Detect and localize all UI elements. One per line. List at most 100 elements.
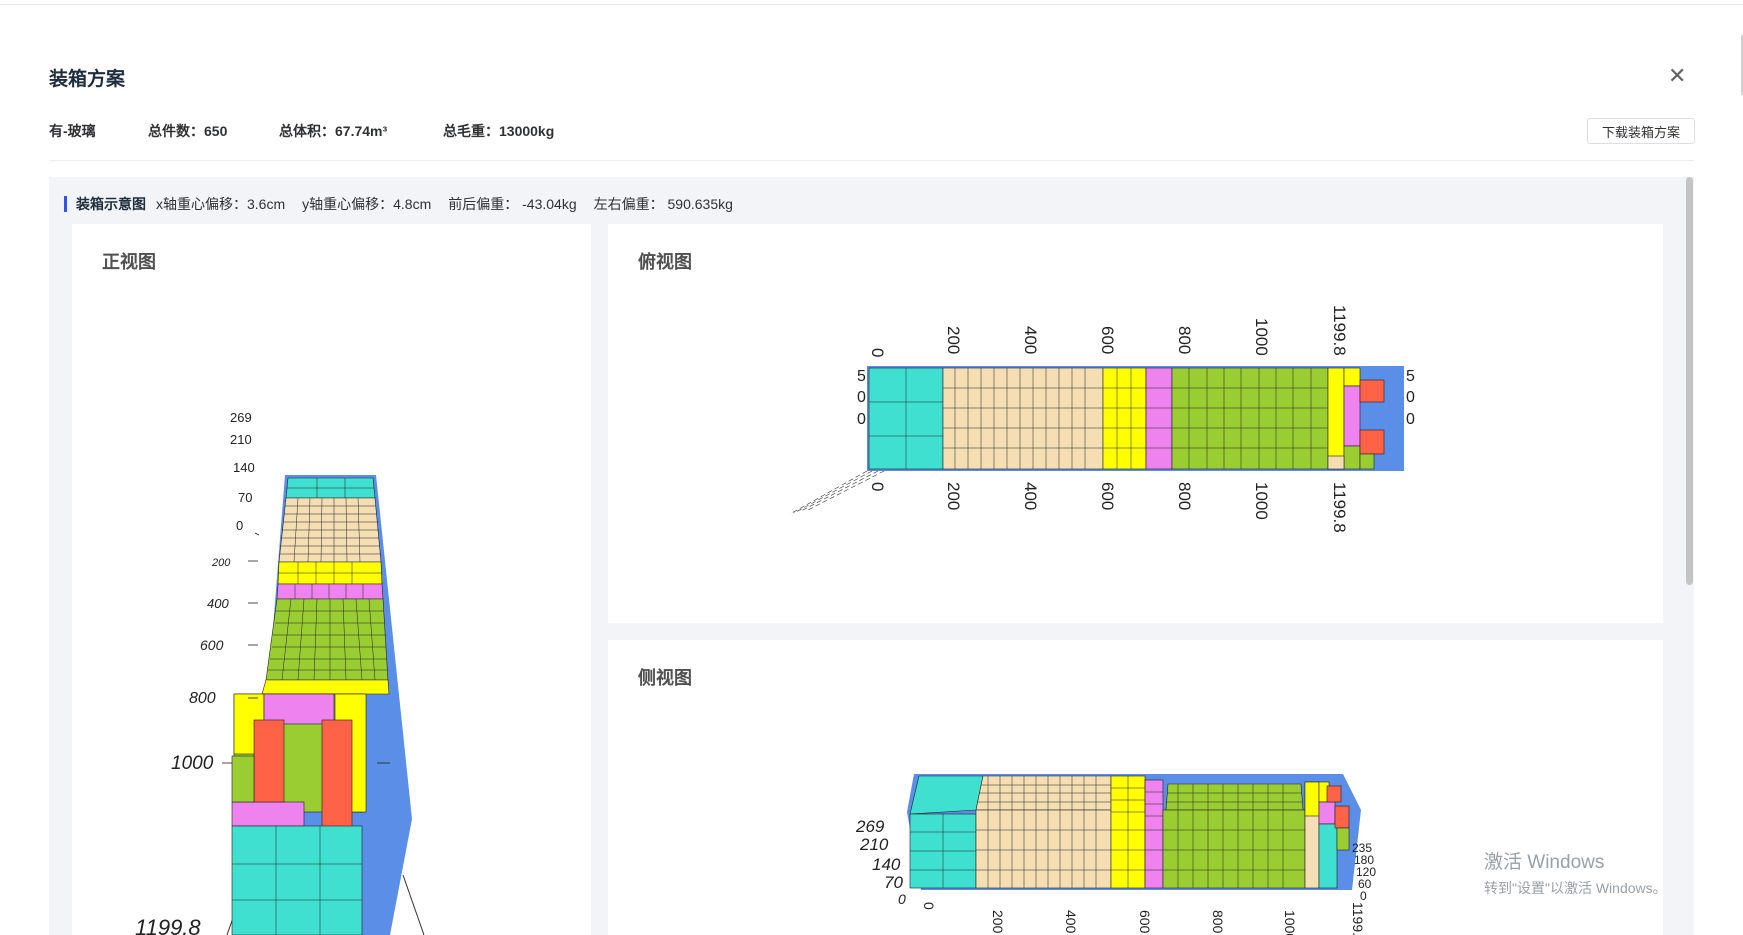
top-width-tick-left-0: 5 xyxy=(857,368,866,385)
watermark-line-1: 激活 Windows xyxy=(1484,852,1605,873)
top-width-tick-left-2: 0 xyxy=(857,411,866,428)
front-yellow-band xyxy=(261,679,390,695)
top-tick-bottom-600: 600 xyxy=(1098,482,1117,510)
windows-activation-watermark: 激活 Windows 转到"设置"以激活 Windows。 xyxy=(1484,847,1667,898)
top-width-tick-right-0: 5 xyxy=(1406,368,1415,385)
top-tick-top-800: 800 xyxy=(1175,326,1194,354)
top-tan-block xyxy=(942,367,1104,470)
watermark-line-2: 转到"设置"以激活 Windows。 xyxy=(1484,880,1667,896)
front-length-tick-1199-8: 1199.8 xyxy=(135,915,201,935)
front-back-bias: 前后偏重： -43.04kg xyxy=(448,196,577,212)
top-red-far-1 xyxy=(1359,379,1385,403)
top-tick-top-1199-8: 1199.8 xyxy=(1330,305,1349,356)
front-height-ticks: 269 210 140 70 0 xyxy=(230,410,255,533)
side-red-far-1 xyxy=(1326,785,1342,803)
top-length-ticks-bottom: 0 200 400 600 800 1000 1199.8 xyxy=(868,482,1349,533)
side-width-tick-0: 0 xyxy=(1360,889,1367,903)
front-view-card: 正视图 269 210 140 70 0 200 400 600 800 100… xyxy=(72,224,591,935)
top-yellow-far xyxy=(1327,367,1345,470)
front-length-tick-400: 400 xyxy=(207,596,229,611)
side-height-tick-70: 70 xyxy=(884,873,903,892)
side-height-tick-0: 0 xyxy=(898,891,906,907)
front-edge-right xyxy=(402,874,425,935)
side-length-tick-0: 0 xyxy=(921,902,937,910)
top-tick-top-0: 0 xyxy=(868,348,887,357)
top-tick-top-600: 600 xyxy=(1098,326,1117,354)
glass-label: 有-玻璃 xyxy=(49,123,96,139)
dialog-title: 装箱方案 xyxy=(49,69,126,90)
side-length-tick-400: 400 xyxy=(1063,910,1079,934)
front-green-left xyxy=(231,755,255,803)
side-yellow-far xyxy=(1304,781,1320,817)
side-height-tick-210: 210 xyxy=(859,835,889,854)
front-length-tick-1000: 1000 xyxy=(171,753,214,774)
top-width-tick-right-1: 0 xyxy=(1406,389,1415,406)
top-view-card: 俯视图 0 200 400 600 800 1000 1199.8 0 200 … xyxy=(608,224,1663,623)
top-length-ticks-top: 0 200 400 600 800 1000 1199.8 xyxy=(868,305,1349,357)
side-height-ticks: 269 210 140 70 0 xyxy=(855,817,906,907)
diagram-title: 装箱示意图 xyxy=(76,196,146,212)
front-height-tick-269: 269 xyxy=(230,410,252,425)
front-red-left xyxy=(253,719,285,803)
top-perspective-lines xyxy=(789,470,885,515)
top-yellow-block xyxy=(1102,367,1147,470)
front-cyan-near-block xyxy=(231,825,363,935)
front-length-tick-600: 600 xyxy=(200,637,224,653)
top-tick-bottom-1199-8: 1199.8 xyxy=(1330,482,1349,533)
top-view-diagram: 0 200 400 600 800 1000 1199.8 0 200 400 … xyxy=(789,305,1415,533)
side-green-front xyxy=(1162,809,1306,889)
side-height-tick-140: 140 xyxy=(872,855,901,874)
side-violet-far xyxy=(1318,801,1336,825)
side-violet-block xyxy=(1144,779,1164,889)
top-tick-bottom-0: 0 xyxy=(868,482,887,491)
side-length-ticks: 0 200 400 600 800 1000 1199.8 xyxy=(921,902,1366,935)
top-violet-block xyxy=(1145,367,1173,470)
front-length-ticks: 200 400 600 800 1000 1199.8 xyxy=(135,557,231,935)
accent-bar xyxy=(64,196,67,212)
x-offset: x轴重心偏移：3.6cm xyxy=(156,196,286,212)
total-volume: 总体积：67.74m³ xyxy=(279,123,388,139)
front-height-tick-210: 210 xyxy=(230,432,252,447)
top-green-far-2 xyxy=(1359,453,1375,470)
total-gross-weight: 总毛重：13000kg xyxy=(443,123,555,139)
download-plan-button[interactable]: 下载装箱方案 xyxy=(1587,118,1695,144)
side-red-far-2 xyxy=(1334,805,1350,829)
front-height-tick-0: 0 xyxy=(236,518,243,533)
side-green-far xyxy=(1336,827,1350,851)
side-width-ticks: 235 180 120 60 0 xyxy=(1352,841,1376,903)
diagram-header: 装箱示意图 x轴重心偏移：3.6cm y轴重心偏移：4.8cm 前后偏重： -4… xyxy=(64,195,750,213)
front-height-tick-140: 140 xyxy=(233,460,255,475)
front-length-tick-800: 800 xyxy=(189,690,216,707)
side-height-tick-269: 269 xyxy=(855,817,885,836)
close-icon[interactable]: ✕ xyxy=(1668,62,1686,90)
total-pieces: 总件数：650 xyxy=(148,123,228,139)
side-green-top xyxy=(1165,783,1304,811)
front-view-diagram: 269 210 140 70 0 200 400 600 800 1000 11… xyxy=(135,410,425,935)
top-violet-far xyxy=(1343,385,1361,447)
top-tick-top-400: 400 xyxy=(1021,326,1040,354)
side-length-tick-200: 200 xyxy=(990,910,1006,934)
front-violet-block xyxy=(276,583,384,600)
side-length-tick-800: 800 xyxy=(1210,910,1226,934)
side-length-tick-1000: 1000 xyxy=(1282,910,1298,935)
left-right-bias: 左右偏重： 590.635kg xyxy=(593,196,733,212)
front-length-tick-200: 200 xyxy=(211,557,231,569)
side-length-tick-1199-8: 1199.8 xyxy=(1350,902,1366,935)
y-offset: y轴重心偏移：4.8cm xyxy=(302,196,432,212)
front-violet-top xyxy=(263,693,335,725)
top-yellow-far-2 xyxy=(1343,367,1361,387)
top-tick-bottom-200: 200 xyxy=(944,482,963,510)
header-divider xyxy=(49,160,1694,161)
top-divider xyxy=(0,4,1743,5)
side-length-tick-600: 600 xyxy=(1137,910,1153,934)
scrollbar-thumb[interactable] xyxy=(1686,177,1693,585)
top-width-tick-left-1: 0 xyxy=(857,389,866,406)
side-tan-front xyxy=(975,809,1112,889)
top-width-tick-right-2: 0 xyxy=(1406,411,1415,428)
top-tick-bottom-1000: 1000 xyxy=(1252,482,1271,520)
top-tan-far xyxy=(1327,455,1345,470)
top-tick-bottom-400: 400 xyxy=(1021,482,1040,510)
top-red-far-2 xyxy=(1359,429,1385,455)
top-tick-top-200: 200 xyxy=(944,326,963,354)
top-green-far xyxy=(1343,445,1361,470)
